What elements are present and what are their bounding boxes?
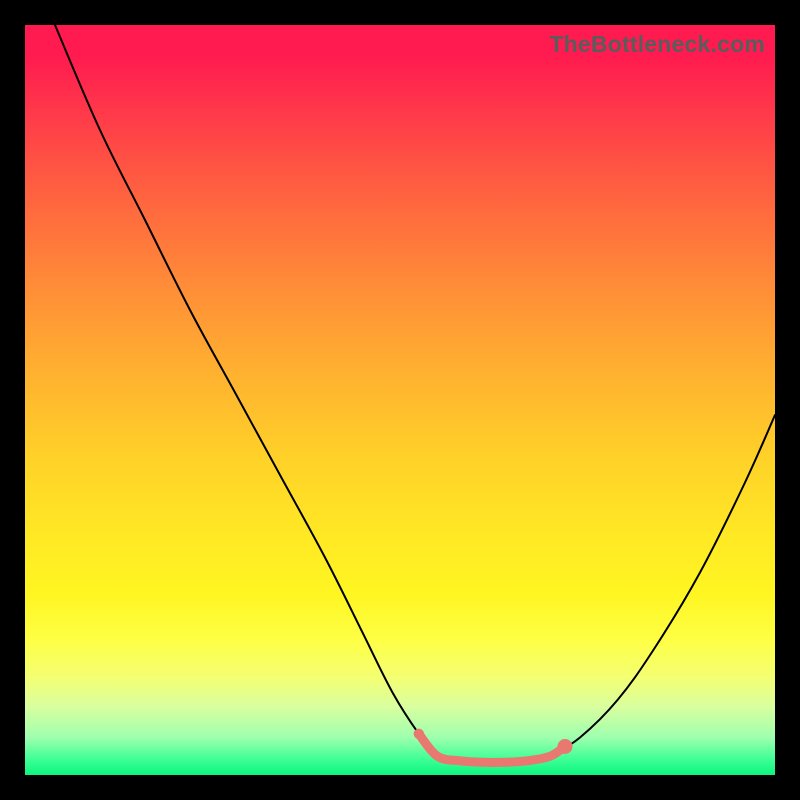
accent-start-dot (414, 729, 424, 739)
accent-end-dot (558, 739, 573, 754)
accent-segment (419, 734, 565, 763)
chart-frame: TheBottleneck.com (0, 0, 800, 800)
curve-left-branch (55, 25, 438, 756)
curve-right-branch (550, 415, 775, 756)
curve-layer (25, 25, 775, 775)
plot-area: TheBottleneck.com (25, 25, 775, 775)
